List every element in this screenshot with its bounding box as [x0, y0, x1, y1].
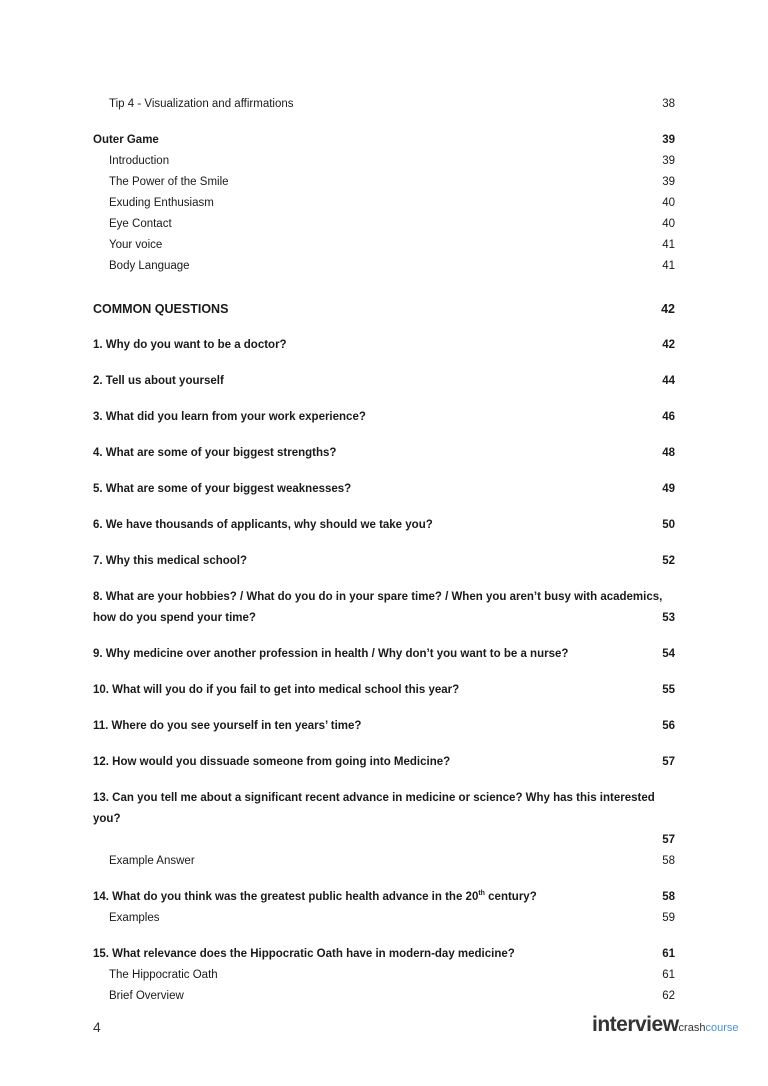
toc-question[interactable]: 2. Tell us about yourself 44 [93, 371, 675, 392]
toc-entry-page: 59 [662, 912, 675, 924]
ordinal-suffix: th [478, 890, 485, 898]
toc-entry-label: Eye Contact [109, 218, 172, 230]
toc-entry-page: 39 [662, 155, 675, 167]
toc-entry[interactable]: The Hippocratic Oath 61 [93, 965, 675, 986]
toc-question[interactable]: 7. Why this medical school? 52 [93, 551, 675, 572]
toc-entry-label: Body Language [109, 260, 190, 272]
toc-entry-label: 6. We have thousands of applicants, why … [93, 519, 433, 531]
toc-entry-page: 39 [662, 134, 675, 146]
toc-entry[interactable]: Tip 4 - Visualization and affirmations 3… [93, 94, 675, 115]
toc-entry-page: 44 [662, 375, 675, 387]
toc-question[interactable]: 8. What are your hobbies? / What do you … [93, 587, 675, 629]
toc-entry-label: 4. What are some of your biggest strengt… [93, 447, 337, 459]
label-text: century? [484, 891, 537, 903]
toc-question[interactable]: 3. What did you learn from your work exp… [93, 407, 675, 428]
toc-entry[interactable]: Introduction 39 [93, 151, 675, 172]
toc-question[interactable]: 1. Why do you want to be a doctor? 42 [93, 335, 675, 356]
toc-entry-page: 52 [662, 555, 675, 567]
toc-entry-page: 39 [662, 176, 675, 188]
toc-section-common-questions[interactable]: COMMON QUESTIONS 42 [93, 299, 675, 320]
toc-question[interactable]: 6. We have thousands of applicants, why … [93, 515, 675, 536]
toc-question[interactable]: 4. What are some of your biggest strengt… [93, 443, 675, 464]
toc-question[interactable]: 14. What do you think was the greatest p… [93, 887, 675, 908]
toc-entry-label: 2. Tell us about yourself [93, 375, 224, 387]
toc-entry-label: 12. How would you dissuade someone from … [93, 756, 451, 768]
toc-entry-label: 11. Where do you see yourself in ten yea… [93, 720, 362, 732]
toc-section-outer-game[interactable]: Outer Game 39 [93, 130, 675, 151]
logo-course: course [705, 1022, 739, 1034]
toc-entry-page: 42 [661, 302, 675, 316]
toc-entry-label: The Hippocratic Oath [109, 969, 218, 981]
toc-question[interactable]: 12. How would you dissuade someone from … [93, 752, 675, 773]
toc-entry-page: 38 [662, 98, 675, 110]
toc-entry-label: 5. What are some of your biggest weaknes… [93, 483, 352, 495]
toc-entry-label: 1. Why do you want to be a doctor? [93, 339, 287, 351]
toc-entry-label: 7. Why this medical school? [93, 555, 248, 567]
toc-entry[interactable]: Your voice 41 [93, 235, 675, 256]
toc-entry-label: Brief Overview [109, 990, 184, 1002]
toc-entry-label: 9. Why medicine over another profession … [93, 648, 569, 660]
toc-entry-label: Examples [109, 912, 160, 924]
toc-entry[interactable]: Eye Contact 40 [93, 214, 675, 235]
logo-crash: crash [678, 1022, 706, 1034]
toc-entry-label: 14. What do you think was the greatest p… [93, 887, 651, 908]
toc-entry[interactable]: Brief Overview 62 [93, 986, 675, 1007]
toc-entry-label: 13. Can you tell me about a significant … [93, 792, 655, 825]
toc-entry[interactable]: Example Answer 58 [93, 851, 675, 872]
toc-question[interactable]: 11. Where do you see yourself in ten yea… [93, 716, 675, 737]
toc-entry[interactable]: Exuding Enthusiasm 40 [93, 193, 675, 214]
toc-entry-page: 55 [662, 684, 675, 696]
toc-entry-page: 50 [662, 519, 675, 531]
toc-entry-label: 15. What relevance does the Hippocratic … [93, 948, 515, 960]
toc-entry-page: 41 [662, 239, 675, 251]
toc-question[interactable]: 5. What are some of your biggest weaknes… [93, 479, 675, 500]
toc-entry-page: 58 [662, 891, 675, 903]
toc-entry-label: 10. What will you do if you fail to get … [93, 684, 460, 696]
toc-entry-page: 40 [662, 197, 675, 209]
toc-entry-page: 48 [662, 447, 675, 459]
toc-entry-page: 54 [662, 648, 675, 660]
toc-entry-page: 41 [662, 260, 675, 272]
toc-entry-page: 40 [662, 218, 675, 230]
logo-interview: interview [592, 1013, 679, 1036]
toc-entry[interactable]: Body Language 41 [93, 256, 675, 277]
toc-entry-label: Exuding Enthusiasm [109, 197, 214, 209]
toc-entry-page: 61 [662, 948, 675, 960]
toc-entry-label: Outer Game [93, 134, 159, 146]
toc-entry-page: 58 [662, 855, 675, 867]
toc-entry-page: 46 [662, 411, 675, 423]
toc-entry-page: 53 [662, 612, 675, 624]
toc-entry-page: 56 [662, 720, 675, 732]
brand-logo: interviewcrashcourse [592, 1013, 738, 1037]
toc-question[interactable]: 15. What relevance does the Hippocratic … [93, 944, 675, 965]
toc-question[interactable]: 10. What will you do if you fail to get … [93, 680, 675, 701]
label-text: 14. What do you think was the greatest p… [93, 891, 479, 903]
toc-entry-page: 42 [662, 339, 675, 351]
page-number: 4 [93, 1019, 101, 1035]
toc-entry[interactable]: The Power of the Smile 39 [93, 172, 675, 193]
toc-question[interactable]: 13. Can you tell me about a significant … [93, 788, 675, 851]
table-of-contents: Tip 4 - Visualization and affirmations 3… [93, 94, 675, 1007]
toc-entry-label: 3. What did you learn from your work exp… [93, 411, 366, 423]
toc-entry[interactable]: Examples 59 [93, 908, 675, 929]
toc-entry-page: 57 [662, 756, 675, 768]
toc-entry-page: 57 [662, 834, 675, 846]
toc-entry-page: 61 [662, 969, 675, 981]
toc-entry-page: 62 [662, 990, 675, 1002]
toc-entry-label: Introduction [109, 155, 170, 167]
toc-entry-label: Example Answer [109, 855, 195, 867]
toc-entry-page: 49 [662, 483, 675, 495]
toc-entry-label: COMMON QUESTIONS [93, 302, 229, 316]
toc-entry-label: Tip 4 - Visualization and affirmations [109, 98, 294, 110]
toc-entry-label-line1: 8. What are your hobbies? / What do you … [93, 591, 663, 603]
toc-entry-label-line2: how do you spend your time? [93, 612, 256, 624]
toc-question[interactable]: 9. Why medicine over another profession … [93, 644, 675, 665]
toc-entry-label: Your voice [109, 239, 163, 251]
toc-entry-label: The Power of the Smile [109, 176, 229, 188]
